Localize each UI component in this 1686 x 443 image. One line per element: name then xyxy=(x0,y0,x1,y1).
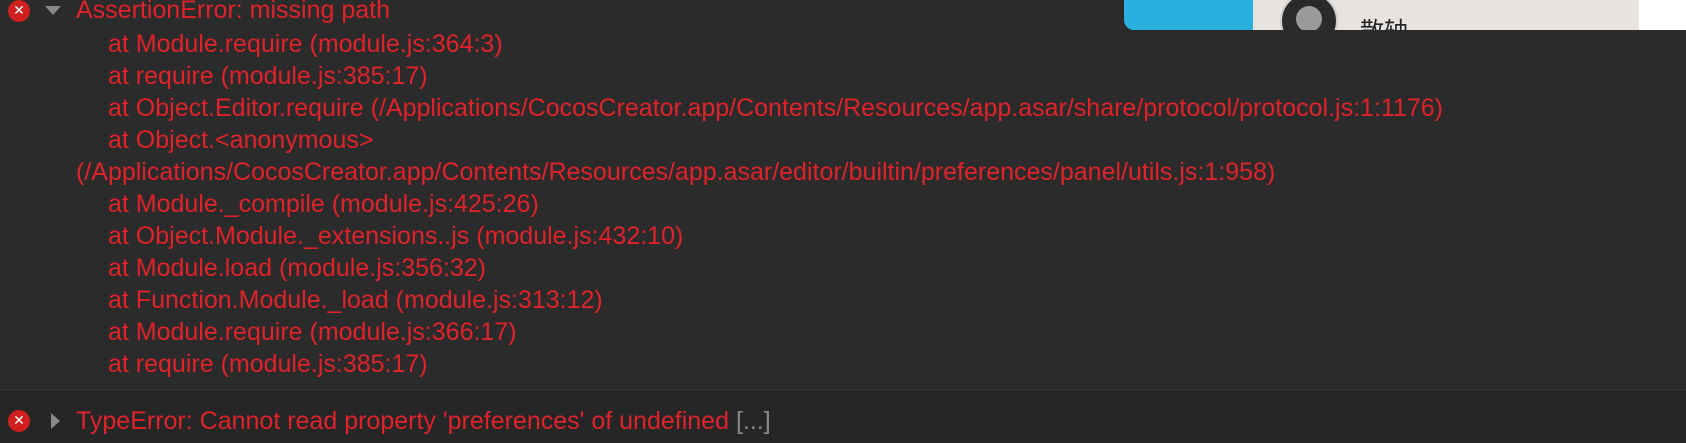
stack-frame[interactable]: at Object.<anonymous> xyxy=(108,124,373,156)
error-icon: ✕ xyxy=(8,410,30,432)
error-message[interactable]: TypeError: Cannot read property 'prefere… xyxy=(76,405,771,437)
stack-frame[interactable]: at Module.load (module.js:356:32) xyxy=(108,252,486,284)
stack-frame[interactable]: at require (module.js:385:17) xyxy=(108,60,428,92)
stack-frame[interactable]: at Module._compile (module.js:425:26) xyxy=(108,188,539,220)
avatar-icon xyxy=(1296,6,1322,30)
stack-frame[interactable]: at Object.Editor.require (/Applications/… xyxy=(108,92,1443,124)
window-label: 散轴 xyxy=(1360,18,1408,30)
error-message-text: TypeError: Cannot read property 'prefere… xyxy=(76,407,729,435)
console-entry-assertion-error[interactable]: ✕ AssertionError: missing path at Module… xyxy=(0,0,1686,389)
error-icon: ✕ xyxy=(8,0,30,22)
collapse-toggle-icon[interactable] xyxy=(51,413,60,429)
stack-frame[interactable]: at require (module.js:385:17) xyxy=(108,348,428,380)
window-white-panel xyxy=(1639,0,1686,30)
expand-ellipsis[interactable]: [...] xyxy=(736,407,771,435)
stack-frame[interactable]: at Object.Module._extensions..js (module… xyxy=(108,220,683,252)
window-blue-panel xyxy=(1124,0,1253,30)
overlapping-window-fragment: 散轴 xyxy=(1124,0,1686,30)
stack-frame[interactable]: at Module.require (module.js:366:17) xyxy=(108,316,517,348)
stack-frame[interactable]: at Function.Module._load (module.js:313:… xyxy=(108,284,603,316)
stack-frame-continued[interactable]: (/Applications/CocosCreator.app/Contents… xyxy=(76,156,1275,188)
stack-frame[interactable]: at Module.require (module.js:364:3) xyxy=(108,28,503,60)
avatar xyxy=(1280,0,1338,30)
error-message[interactable]: AssertionError: missing path xyxy=(76,0,390,26)
console-entry-type-error[interactable]: ✕ TypeError: Cannot read property 'prefe… xyxy=(0,389,1686,443)
expand-toggle-icon[interactable] xyxy=(45,6,61,15)
